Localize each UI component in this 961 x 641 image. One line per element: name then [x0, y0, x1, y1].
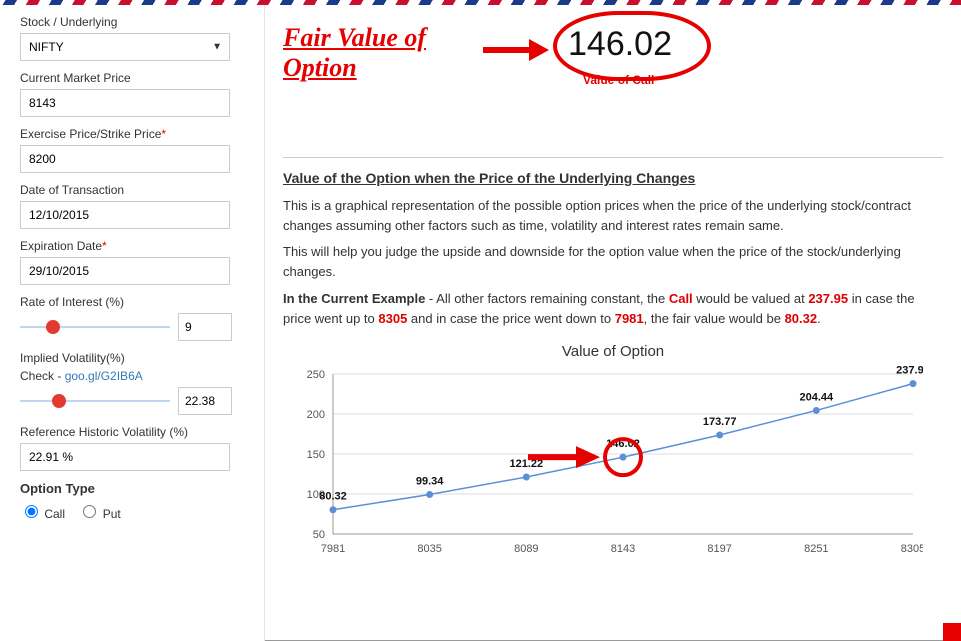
fair-value-title-line2: Option [283, 53, 357, 82]
transaction-date-label: Date of Transaction [20, 183, 250, 197]
svg-text:250: 250 [307, 369, 325, 381]
svg-text:237.95: 237.95 [896, 364, 923, 376]
transaction-date-input[interactable] [20, 201, 230, 229]
paragraph-3: In the Current Example - All other facto… [283, 289, 943, 329]
t: 8305 [378, 311, 407, 326]
strike-input[interactable] [20, 145, 230, 173]
slider-thumb[interactable] [52, 394, 66, 408]
expiration-date-label-text: Expiration Date [20, 239, 102, 253]
t: and in case the price went down to [407, 311, 614, 326]
cmp-label: Current Market Price [20, 71, 250, 85]
strike-label: Exercise Price/Strike Price* [20, 127, 250, 141]
svg-text:8089: 8089 [514, 543, 538, 555]
option-type-put-label[interactable]: Put [78, 507, 120, 521]
svg-text:99.34: 99.34 [416, 475, 444, 487]
fair-value-header: Fair Value of Option 146.02 Value of Cal… [283, 17, 943, 117]
svg-text:8035: 8035 [417, 543, 441, 555]
iv-value-input[interactable] [178, 387, 232, 415]
option-type-call-label[interactable]: Call [20, 507, 68, 521]
t: 7981 [615, 311, 644, 326]
corner-marker [943, 623, 961, 641]
option-type-header: Option Type [20, 481, 250, 496]
rhv-input[interactable] [20, 443, 230, 471]
t: Call [669, 291, 693, 306]
slider-track [20, 326, 170, 328]
required-asterisk: * [161, 127, 166, 141]
paragraph-1: This is a graphical representation of th… [283, 196, 943, 236]
t: would be valued at [693, 291, 809, 306]
svg-text:150: 150 [307, 449, 325, 461]
slider-track [20, 400, 170, 402]
rhv-label: Reference Historic Volatility (%) [20, 425, 250, 439]
t: . [817, 311, 821, 326]
svg-text:8143: 8143 [611, 543, 635, 555]
chart-area: Value of Option 501001502002507981803580… [283, 343, 943, 564]
option-inputs-sidebar: Stock / Underlying ▼ Current Market Pric… [0, 5, 265, 641]
svg-text:173.77: 173.77 [703, 416, 737, 428]
fair-value-caption: Value of Call [583, 73, 654, 87]
roi-slider[interactable] [20, 317, 170, 337]
expiration-date-label: Expiration Date* [20, 239, 250, 253]
stock-label: Stock / Underlying [20, 15, 250, 29]
iv-label: Implied Volatility(%) [20, 351, 250, 365]
chart-title: Value of Option [283, 343, 943, 360]
arrow-right-icon [481, 35, 551, 65]
roi-label: Rate of Interest (%) [20, 295, 250, 309]
strike-label-text: Exercise Price/Strike Price [20, 127, 161, 141]
section-title: Value of the Option when the Price of th… [283, 170, 943, 186]
iv-check-link[interactable]: goo.gl/G2IB6A [65, 369, 143, 383]
stock-select[interactable] [20, 33, 230, 61]
iv-check-prefix: Check - [20, 369, 65, 383]
divider [283, 157, 943, 158]
svg-text:8251: 8251 [804, 543, 828, 555]
svg-text:200: 200 [307, 409, 325, 421]
fair-value-number: 146.02 [568, 25, 672, 64]
required-asterisk: * [102, 239, 107, 253]
fair-value-title: Fair Value of Option [283, 23, 426, 83]
svg-text:8305: 8305 [901, 543, 923, 555]
option-type-put-text: Put [103, 507, 121, 521]
t: , the fair value would be [644, 311, 785, 326]
cmp-input[interactable] [20, 89, 230, 117]
svg-text:8197: 8197 [707, 543, 731, 555]
svg-text:7981: 7981 [321, 543, 345, 555]
svg-text:204.44: 204.44 [800, 391, 835, 403]
example-lead: In the Current Example [283, 291, 425, 306]
option-type-call-radio[interactable] [25, 505, 38, 518]
value-of-option-chart: 5010015020025079818035808981438197825183… [283, 364, 923, 564]
t: 80.32 [785, 311, 818, 326]
paragraph-2: This will help you judge the upside and … [283, 242, 943, 282]
option-type-call-text: Call [44, 507, 65, 521]
slider-thumb[interactable] [46, 320, 60, 334]
fair-value-title-line1: Fair Value of [283, 23, 426, 52]
iv-slider[interactable] [20, 391, 170, 411]
main-content: Fair Value of Option 146.02 Value of Cal… [265, 5, 961, 641]
expiration-date-input[interactable] [20, 257, 230, 285]
roi-value-input[interactable] [178, 313, 232, 341]
option-type-put-radio[interactable] [83, 505, 96, 518]
svg-text:80.32: 80.32 [319, 491, 347, 503]
svg-text:50: 50 [313, 529, 325, 541]
t: 237.95 [808, 291, 848, 306]
t: - All other factors remaining constant, … [425, 291, 669, 306]
